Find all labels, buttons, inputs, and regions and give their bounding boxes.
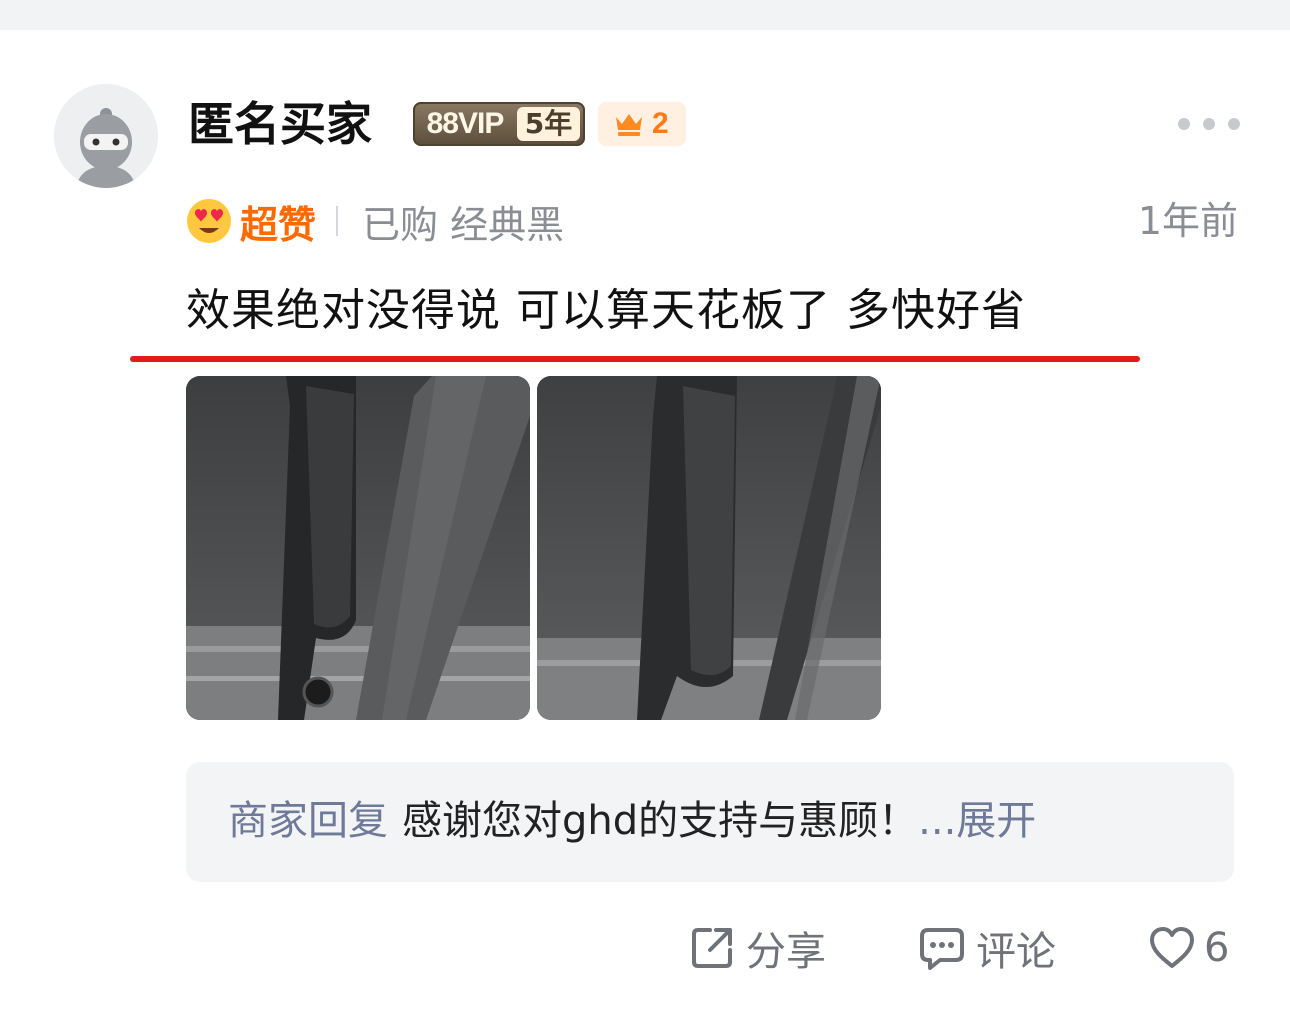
- review-photo-image: [186, 376, 530, 720]
- heart-icon: [1150, 927, 1194, 968]
- level-badge: 2: [598, 102, 686, 146]
- like-count: 6: [1204, 925, 1230, 971]
- comment-label: 评论: [976, 929, 1056, 975]
- rating-row: 超赞 已购 经典黑: [186, 196, 565, 247]
- vip-years: 5年: [517, 107, 580, 141]
- share-button[interactable]: 分享: [688, 916, 826, 980]
- review-photo-image: [537, 376, 881, 720]
- like-button[interactable]: 6: [1148, 916, 1229, 980]
- more-dot-icon: [1203, 118, 1215, 130]
- more-options-button[interactable]: [1178, 112, 1240, 136]
- comment-icon: [920, 928, 964, 970]
- highlight-underline: [130, 356, 1140, 362]
- purchase-info: 已购 经典黑: [362, 202, 565, 247]
- level-number: 2: [652, 107, 669, 140]
- review-photo-1[interactable]: [186, 376, 530, 720]
- merchant-reply-line: 商家回复 感谢您对ghd的支持与惠顾！...展开: [228, 794, 1036, 848]
- comment-button[interactable]: 评论: [918, 916, 1056, 980]
- divider: [336, 206, 339, 236]
- share-label: 分享: [746, 929, 826, 975]
- rating-label: 超赞: [240, 202, 317, 247]
- more-dot-icon: [1228, 118, 1240, 130]
- share-icon: [692, 928, 732, 968]
- merchant-reply-label: 商家回复: [228, 798, 388, 844]
- top-divider-strip: [0, 0, 1290, 30]
- avatar[interactable]: [54, 84, 158, 188]
- crown-icon: [616, 114, 642, 136]
- username[interactable]: 匿名买家: [188, 96, 372, 152]
- vip-badge: 88VIP 5年: [413, 102, 585, 146]
- expand-link[interactable]: ...展开: [918, 798, 1036, 844]
- review-photo-2[interactable]: [537, 376, 881, 720]
- anonymous-ninja-icon: [54, 84, 158, 188]
- heart-eyes-emoji-icon: [187, 199, 231, 243]
- merchant-reply[interactable]: 商家回复 感谢您对ghd的支持与惠顾！...展开: [186, 762, 1234, 882]
- vip-badge-label: 88VIP: [426, 107, 505, 140]
- merchant-reply-text: 感谢您对ghd的支持与惠顾！: [402, 798, 919, 844]
- review-text: 效果绝对没得说 可以算天花板了 多快好省: [186, 285, 1026, 336]
- review-time: 1年前: [1137, 199, 1238, 243]
- more-dot-icon: [1178, 118, 1190, 130]
